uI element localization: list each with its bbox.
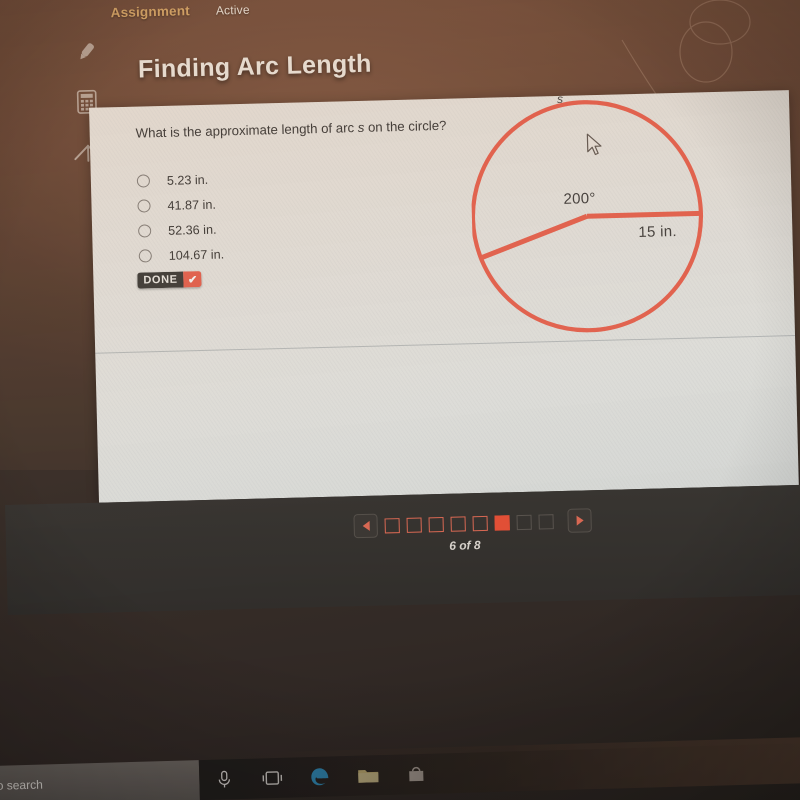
- page-counter: 6 of 8: [449, 538, 481, 553]
- page-box-4[interactable]: [450, 515, 466, 532]
- microphone-icon[interactable]: [213, 768, 236, 791]
- radio-button-icon[interactable]: [138, 249, 152, 263]
- pagination-row: [353, 508, 592, 539]
- answer-choice-0[interactable]: 5.23 in.: [136, 166, 223, 193]
- question-text-part2: on the circle?: [364, 117, 447, 135]
- answer-choice-label: 104.67 in.: [168, 246, 225, 263]
- answer-choice-2[interactable]: 52.36 in.: [138, 216, 224, 243]
- bottom-nav-bar: 6 of 8: [5, 484, 800, 616]
- highlighter-icon[interactable]: [67, 33, 104, 70]
- answer-choice-label: 41.87 in.: [167, 197, 217, 213]
- page-box-7[interactable]: [516, 514, 532, 530]
- question-text-part1: What is the approximate length of arc: [135, 120, 358, 141]
- done-button-label: DONE: [137, 271, 184, 289]
- tab-active[interactable]: Active: [216, 3, 250, 18]
- taskbar-search-text: to search: [0, 777, 43, 793]
- radio-button-icon[interactable]: [137, 199, 151, 213]
- answer-choice-label: 52.36 in.: [167, 222, 217, 238]
- page-title: Finding Arc Length: [137, 49, 372, 84]
- triangle-left-icon: [362, 520, 370, 532]
- mouse-pointer-icon: [586, 133, 605, 162]
- radio-button-icon[interactable]: [136, 174, 151, 188]
- radius-line-angled: [480, 213, 588, 261]
- answer-choice-3[interactable]: 104.67 in.: [138, 241, 224, 268]
- taskbar-search-box[interactable]: to search: [0, 760, 200, 800]
- page-box-8[interactable]: [538, 513, 554, 530]
- edge-browser-icon[interactable]: [309, 765, 332, 788]
- task-view-icon[interactable]: [261, 767, 284, 790]
- page-box-1[interactable]: [384, 517, 400, 533]
- top-tabstrip: Assignment Active: [110, 2, 249, 21]
- answer-choice-1[interactable]: 41.87 in.: [137, 191, 223, 218]
- answer-choice-list: 5.23 in. 41.87 in. 52.36 in. 104.67 in.: [136, 166, 225, 268]
- page-box-2[interactable]: [406, 517, 422, 533]
- page-box-3[interactable]: [428, 516, 444, 532]
- prev-page-button[interactable]: [353, 513, 379, 539]
- triangle-right-icon: [576, 515, 584, 526]
- page-box-5[interactable]: [472, 515, 488, 531]
- done-button[interactable]: DONE ✔: [137, 271, 202, 289]
- next-page-button[interactable]: [567, 508, 592, 533]
- arc-label-s: s: [556, 91, 564, 106]
- radius-line-horizontal: [586, 210, 701, 219]
- file-explorer-icon[interactable]: [357, 764, 380, 787]
- microsoft-store-icon[interactable]: [405, 763, 428, 786]
- question-card: What is the approximate length of arc s …: [89, 90, 799, 503]
- circle-diagram: s 200° 15 in.: [469, 87, 765, 354]
- radio-button-icon[interactable]: [138, 224, 152, 238]
- answer-choice-label: 5.23 in.: [166, 172, 209, 188]
- radius-label: 15 in.: [638, 222, 678, 241]
- screen-content: Assignment Active Finding Arc Length Wha…: [0, 0, 800, 800]
- angle-label: 200°: [563, 190, 596, 208]
- checkmark-icon: ✔: [183, 271, 202, 288]
- monitor-photo: Assignment Active Finding Arc Length Wha…: [0, 0, 800, 800]
- page-box-6-current[interactable]: [494, 514, 510, 531]
- question-text: What is the approximate length of arc s …: [135, 117, 453, 144]
- circle-diagram-svg: [470, 100, 704, 333]
- tab-assignment[interactable]: Assignment: [110, 3, 190, 20]
